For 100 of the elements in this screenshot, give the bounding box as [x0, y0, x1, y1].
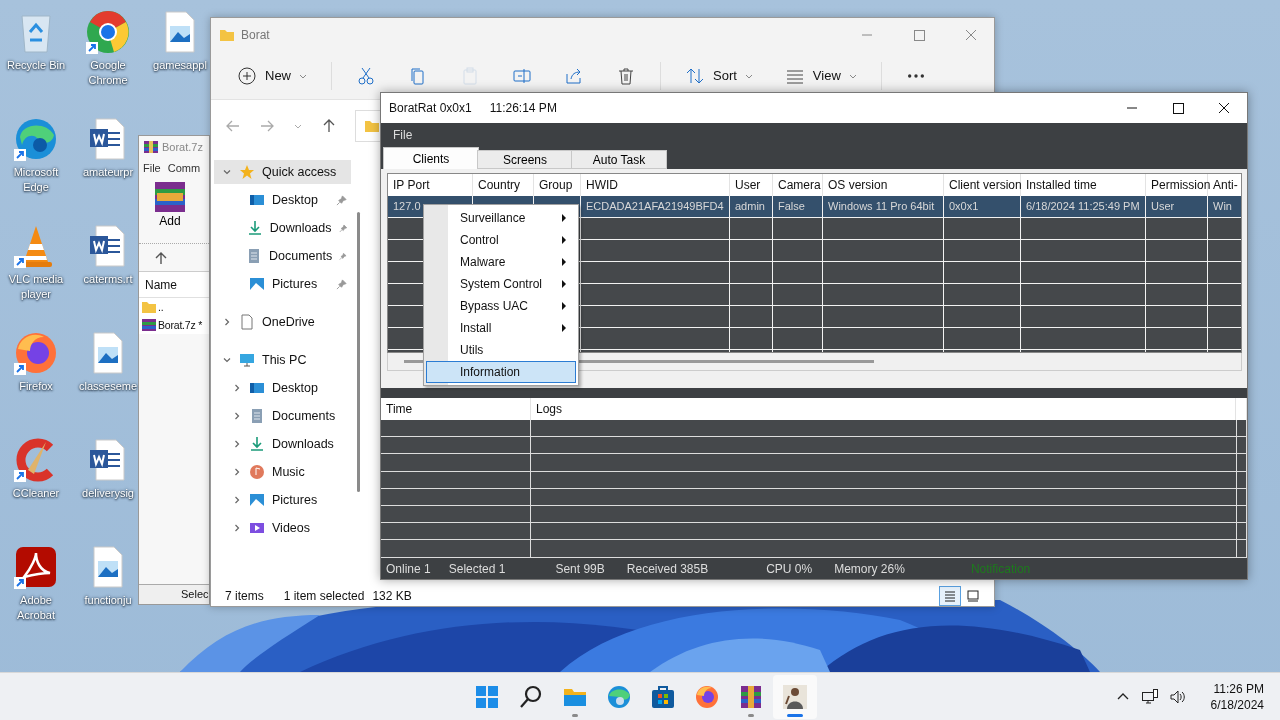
status-text: 132 KB — [372, 589, 412, 603]
desktop-icon — [249, 192, 265, 208]
search-icon — [518, 684, 544, 710]
status-text: Online 1 — [386, 561, 431, 576]
start-icon — [474, 684, 500, 710]
sidebar-item[interactable]: Videos — [214, 516, 351, 540]
table-cell: User — [1151, 200, 1175, 212]
chevron-icon[interactable] — [232, 411, 242, 421]
menu-item[interactable]: Install — [426, 317, 576, 339]
table-cell: False — [778, 200, 805, 212]
status-text: CPU 0% — [766, 561, 813, 576]
up-arrow-icon[interactable] — [153, 250, 169, 266]
menu-item[interactable]: Control — [426, 229, 576, 251]
table-row[interactable] — [381, 454, 1247, 472]
chevron-icon[interactable] — [222, 355, 232, 365]
menu-item[interactable]: System Control — [426, 273, 576, 295]
table-row[interactable] — [381, 505, 1247, 524]
status-text: Memory 26% — [834, 561, 905, 576]
clock[interactable]: 11:26 PM 6/18/2024 — [1210, 681, 1264, 713]
tab[interactable]: Auto Task — [571, 150, 667, 169]
browser-icon[interactable] — [84, 8, 132, 56]
table-row[interactable] — [381, 420, 1247, 438]
sidebar-item[interactable]: This PC — [214, 348, 351, 372]
sidebar-item[interactable]: Desktop — [214, 188, 351, 212]
column-header[interactable]: Logs — [531, 398, 1236, 420]
back-arrow-icon[interactable] — [225, 118, 241, 134]
column-header[interactable]: Name — [139, 272, 209, 298]
folder-icon — [219, 27, 235, 43]
view-button[interactable]: View — [770, 59, 871, 92]
sort-button[interactable]: Sort — [671, 59, 767, 92]
sidebar-item[interactable]: Quick access — [214, 160, 351, 184]
menu-item[interactable]: Comm — [167, 162, 201, 174]
sidebar-item[interactable]: Downloads — [214, 216, 351, 240]
archive-icon — [143, 139, 159, 155]
column-header[interactable]: Time — [381, 398, 531, 420]
status-text: Received 385B — [626, 561, 709, 576]
tab[interactable]: Screens — [477, 150, 573, 169]
store-icon — [650, 684, 676, 710]
chevron-icon[interactable] — [232, 495, 242, 505]
table-cell: 127.0 — [393, 200, 421, 212]
document-icon — [249, 408, 265, 424]
sidebar-item[interactable]: Documents — [214, 404, 351, 428]
menu-item[interactable]: Bypass UAC — [426, 295, 576, 317]
status-text: Sent 99B — [555, 561, 605, 576]
chevron-icon[interactable] — [222, 317, 232, 327]
menu-item[interactable]: Malware — [426, 251, 576, 273]
clock-text: 11:26:14 PM — [489, 101, 557, 115]
file-icon — [239, 314, 255, 330]
plus-icon — [237, 65, 257, 86]
trash-icon — [616, 65, 636, 86]
archive-icon — [141, 317, 157, 333]
sidebar-item[interactable]: OneDrive — [214, 310, 351, 334]
sidebar-item[interactable]: Desktop — [214, 376, 351, 400]
browser-icon — [606, 684, 632, 710]
browser-icon — [694, 684, 720, 710]
image-icon — [249, 276, 265, 292]
sidebar-item[interactable]: Documents — [214, 244, 351, 268]
sidebar-item[interactable]: Pictures — [214, 488, 351, 512]
up-arrow-icon[interactable] — [321, 118, 337, 134]
table-row[interactable] — [381, 540, 1247, 558]
taskbar-button[interactable] — [773, 675, 817, 719]
download-icon — [249, 436, 265, 452]
table-row[interactable] — [381, 523, 1247, 541]
details-view-button[interactable] — [939, 586, 961, 606]
forward-arrow-icon[interactable] — [259, 118, 275, 134]
table-cell: 6/18/2024 11:25:49 PM — [1026, 200, 1140, 212]
tab[interactable]: Clients — [383, 147, 479, 169]
add-button[interactable]: Add — [153, 180, 187, 228]
sidebar-item[interactable]: Music — [214, 460, 351, 484]
folder-icon — [364, 118, 380, 134]
sidebar-item[interactable]: Pictures — [214, 272, 351, 296]
chevron-icon[interactable] — [222, 167, 232, 177]
table-cell: Win — [1213, 200, 1232, 212]
status-text: 1 item selected — [283, 589, 365, 603]
menu-item[interactable]: File — [393, 127, 413, 142]
table-cell: ECDADA21AFA21949BFD4 — [586, 200, 724, 212]
chevron-icon[interactable] — [232, 439, 242, 449]
window-title: Borat — [241, 28, 270, 42]
scrollbar[interactable] — [357, 212, 360, 492]
menu-item[interactable]: Information — [426, 361, 576, 383]
chevron-icon[interactable] — [232, 523, 242, 533]
table-cell: admin — [735, 200, 765, 212]
menu-item[interactable]: File — [143, 162, 161, 174]
table-cell: Windows 11 Pro 64bit — [828, 200, 935, 212]
new-button[interactable]: New — [223, 59, 321, 92]
file-name[interactable]: .. — [158, 301, 164, 313]
network-icon[interactable] — [1140, 688, 1159, 706]
status-text: Selec — [181, 588, 209, 600]
desktop-icon — [249, 380, 265, 396]
table-row[interactable] — [381, 471, 1247, 489]
speaker-icon[interactable] — [1168, 688, 1187, 706]
menu-item[interactable]: Utils — [426, 339, 576, 361]
chevron-icon[interactable] — [232, 467, 242, 477]
person-icon — [782, 684, 808, 710]
window-title: BoratRat 0x0x1 — [389, 101, 472, 115]
archive-icon — [153, 180, 187, 214]
table-row[interactable] — [381, 437, 1247, 455]
chevron-icon[interactable] — [232, 383, 242, 393]
sidebar-item[interactable]: Downloads — [214, 432, 351, 456]
table-row[interactable] — [381, 488, 1247, 506]
